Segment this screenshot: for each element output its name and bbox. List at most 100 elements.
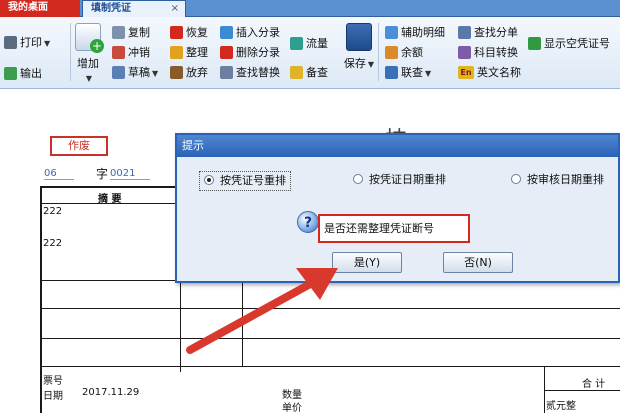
tab-fill-voucher[interactable]: 填制凭证 × xyxy=(82,0,186,17)
dialog-title: 提示 xyxy=(182,139,204,152)
no-button[interactable]: 否(N) xyxy=(443,252,513,273)
delete-row-icon xyxy=(220,45,233,59)
chevron-down-icon[interactable]: ▼ xyxy=(86,74,92,83)
table-row-divider xyxy=(40,366,620,367)
tab-bar: 我的桌面 填制凭证 × xyxy=(0,0,620,17)
radio-by-audit-date[interactable]: 按审核日期重排 xyxy=(511,171,604,191)
export-icon xyxy=(4,66,17,80)
organize-button[interactable]: 整理 xyxy=(170,44,208,62)
add-button[interactable]: + 增加 ▼ xyxy=(73,23,104,84)
date-value: 2017.11.29 xyxy=(82,387,140,398)
balance-icon xyxy=(385,45,398,59)
tab-fill-voucher-label: 填制凭证 xyxy=(91,3,131,14)
ticket-no-label: 票号 xyxy=(43,376,63,387)
summary-cell[interactable]: 222 xyxy=(43,238,62,249)
tab-my-desktop-label: 我的桌面 xyxy=(8,2,48,13)
print-button[interactable]: 打印 ▼ xyxy=(4,34,50,52)
organize-icon xyxy=(170,45,183,59)
copy-label: 复制 xyxy=(128,26,150,39)
radio-label: 按凭证号重排 xyxy=(220,174,286,187)
aux-detail-icon xyxy=(385,25,398,39)
question-icon: ? xyxy=(297,211,319,233)
export-button[interactable]: 输出 xyxy=(4,65,42,83)
cashflow-button[interactable]: 流量 xyxy=(290,35,328,53)
summary-cell[interactable]: 222 xyxy=(43,206,62,217)
voucher-date-fragment: 06 xyxy=(44,168,74,180)
draft-button[interactable]: 草稿 ▼ xyxy=(112,64,158,82)
radio-checked-icon xyxy=(204,175,214,185)
table-row-divider xyxy=(40,338,620,339)
yes-button[interactable]: 是(Y) xyxy=(332,252,402,273)
find-replace-label: 查找替换 xyxy=(236,66,280,79)
chevron-down-icon[interactable]: ▼ xyxy=(44,39,50,48)
summary-column-header: 摘 要 xyxy=(98,194,122,205)
table-row-divider xyxy=(40,308,620,309)
radio-by-voucher-date[interactable]: 按凭证日期重排 xyxy=(353,171,446,191)
insert-entry-button[interactable]: 插入分录 xyxy=(220,24,280,42)
insert-row-icon xyxy=(220,25,233,39)
toolbar-divider xyxy=(378,23,379,81)
aux-detail-label: 辅助明细 xyxy=(401,26,445,39)
find-entry-icon xyxy=(458,25,471,39)
subject-convert-icon xyxy=(458,45,471,59)
toolbar-divider xyxy=(70,23,71,81)
total-row-divider xyxy=(544,390,620,391)
save-button[interactable]: 保存 ▼ xyxy=(343,23,375,71)
find-entry-button[interactable]: 查找分单 xyxy=(458,24,518,42)
restore-icon xyxy=(170,25,183,39)
linked-query-button[interactable]: 联查 ▼ xyxy=(385,64,431,82)
table-top-border xyxy=(40,186,180,188)
prompt-dialog: 提示 按凭证号重排 按凭证日期重排 按审核日期重排 ? 是否还需整理凭证断号 是… xyxy=(175,133,620,283)
chevron-down-icon[interactable]: ▼ xyxy=(368,60,374,69)
close-icon[interactable]: × xyxy=(171,1,179,17)
unit-price-label: 单价 xyxy=(282,403,302,413)
dialog-message: 是否还需整理凭证断号 xyxy=(318,214,470,243)
restore-label: 恢复 xyxy=(186,26,208,39)
chevron-down-icon[interactable]: ▼ xyxy=(425,69,431,78)
english-icon: En xyxy=(458,65,474,79)
find-replace-button[interactable]: 查找替换 xyxy=(220,64,280,82)
subject-convert-button[interactable]: 科目转换 xyxy=(458,44,518,62)
aux-detail-button[interactable]: 辅助明细 xyxy=(385,24,445,42)
subject-convert-label: 科目转换 xyxy=(474,46,518,59)
add-document-icon: + xyxy=(75,23,104,53)
discard-icon xyxy=(170,65,183,79)
printer-icon xyxy=(4,35,17,49)
radio-by-voucher-number[interactable]: 按凭证号重排 xyxy=(199,171,291,191)
copy-button[interactable]: 复制 xyxy=(112,24,150,42)
show-empty-number-label: 显示空凭证号 xyxy=(544,37,610,50)
memo-label: 备查 xyxy=(306,66,328,79)
reverse-button[interactable]: 冲销 xyxy=(112,44,150,62)
discard-label: 放弃 xyxy=(186,66,208,79)
save-label: 保存 xyxy=(343,57,366,70)
discard-button[interactable]: 放弃 xyxy=(170,64,208,82)
print-label: 打印 xyxy=(20,36,42,49)
balance-button[interactable]: 余额 xyxy=(385,44,423,62)
restore-button[interactable]: 恢复 xyxy=(170,24,208,42)
tab-my-desktop[interactable]: 我的桌面 xyxy=(0,0,80,17)
radio-unchecked-icon xyxy=(511,174,521,184)
total-label: 合 计 xyxy=(582,379,606,390)
radio-label: 按审核日期重排 xyxy=(527,173,604,186)
voucher-number[interactable]: 0021 xyxy=(110,168,150,180)
find-entry-label: 查找分单 xyxy=(474,26,518,39)
draft-label: 草稿 xyxy=(128,66,150,79)
memo-button[interactable]: 备查 xyxy=(290,64,328,82)
reverse-label: 冲销 xyxy=(128,46,150,59)
memo-icon xyxy=(290,65,303,79)
linked-query-label: 联查 xyxy=(401,66,423,79)
chevron-down-icon[interactable]: ▼ xyxy=(152,69,158,78)
export-label: 输出 xyxy=(20,67,42,80)
voided-stamp: 作废 xyxy=(50,136,108,156)
dialog-title-bar[interactable]: 提示 xyxy=(177,135,618,157)
english-name-button[interactable]: En 英文名称 xyxy=(458,64,521,82)
insert-entry-label: 插入分录 xyxy=(236,26,280,39)
cashflow-label: 流量 xyxy=(306,37,328,50)
find-replace-icon xyxy=(220,65,233,79)
show-empty-number-button[interactable]: 显示空凭证号 xyxy=(528,35,610,53)
english-name-label: 英文名称 xyxy=(477,66,521,79)
delete-entry-button[interactable]: 删除分录 xyxy=(220,44,280,62)
voucher-word-label: 字 xyxy=(96,167,109,181)
table-column-divider xyxy=(242,280,243,367)
table-left-border xyxy=(40,186,42,413)
